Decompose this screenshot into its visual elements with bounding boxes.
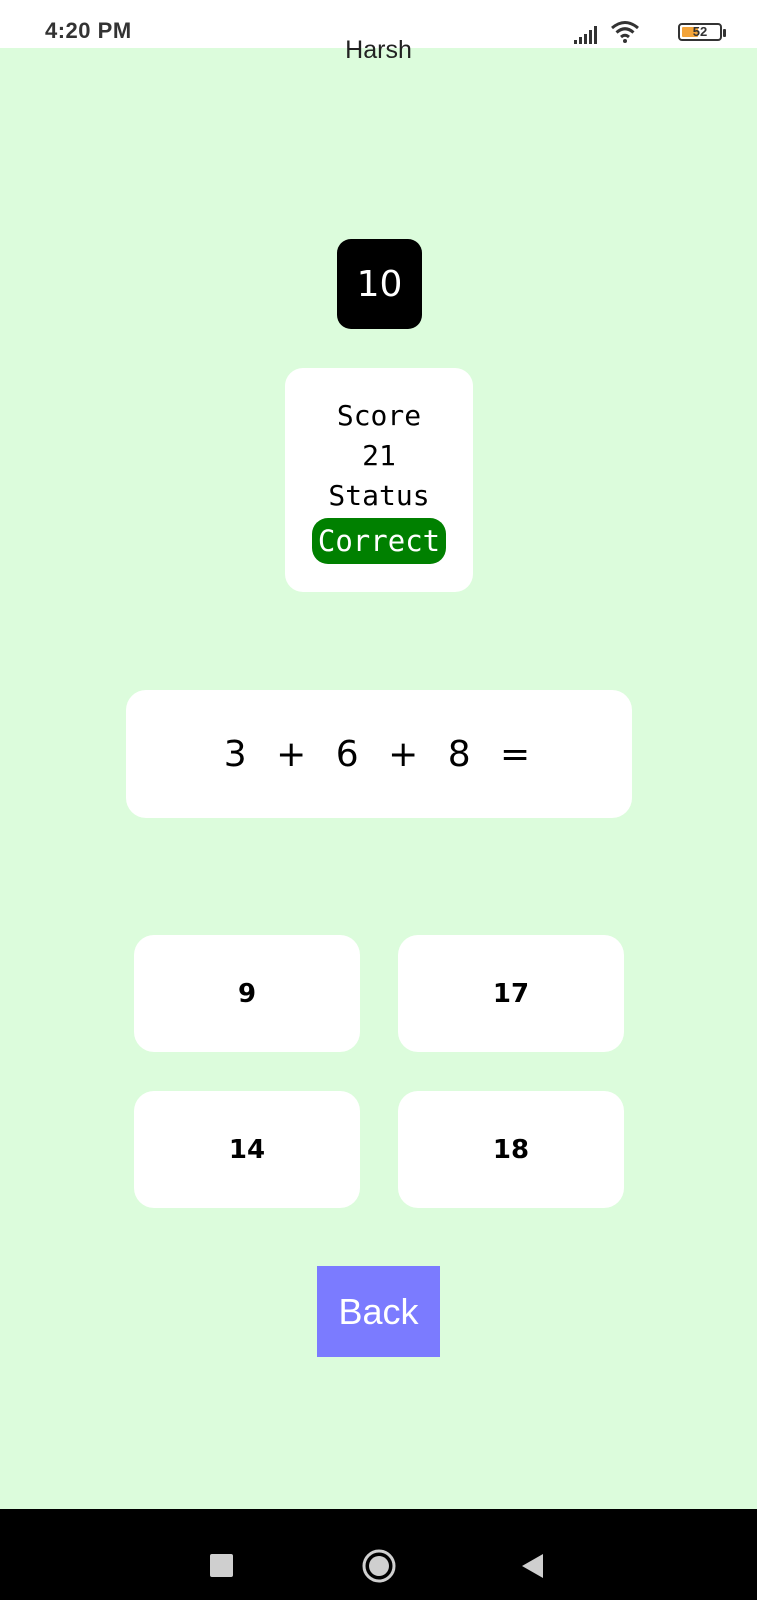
score-label: Score — [336, 399, 422, 432]
home-icon[interactable] — [361, 1548, 397, 1584]
countdown-timer: 10 — [337, 239, 422, 329]
answer-option-4[interactable]: 18 — [398, 1091, 624, 1208]
navigation-bar — [0, 1509, 757, 1600]
score-card: Score 21 Status Correct — [285, 368, 473, 592]
status-badge: Correct — [311, 518, 447, 564]
question-text: 3 + 6 + 8 = — [223, 733, 535, 775]
score-value: 21 — [362, 439, 396, 472]
question-card: 3 + 6 + 8 = — [126, 690, 632, 818]
game-screen: Harsh 10 Score 21 Status Correct 3 + 6 +… — [0, 36, 757, 1509]
status-label: Status — [328, 479, 430, 512]
recents-icon[interactable] — [210, 1554, 233, 1577]
user-name: Harsh — [345, 36, 412, 64]
answer-option-3[interactable]: 14 — [134, 1091, 360, 1208]
back-icon[interactable] — [521, 1553, 545, 1579]
answer-option-1[interactable]: 9 — [134, 935, 360, 1052]
answer-option-2[interactable]: 17 — [398, 935, 624, 1052]
back-button[interactable]: Back — [317, 1266, 440, 1357]
